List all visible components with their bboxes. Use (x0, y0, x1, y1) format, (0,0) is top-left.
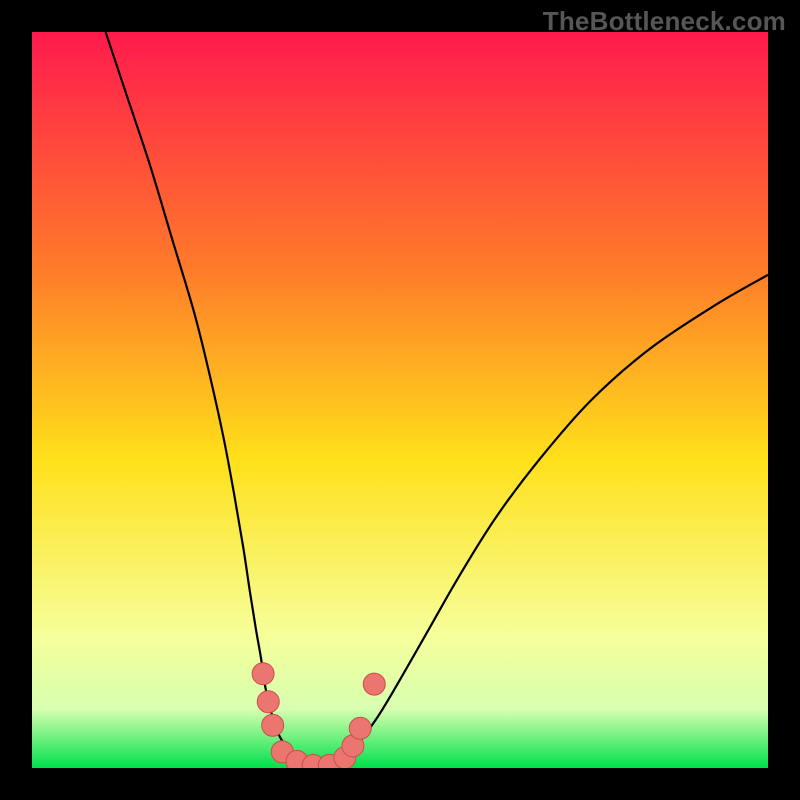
marker-point (252, 663, 274, 685)
marker-point (363, 673, 385, 695)
marker-point (257, 691, 279, 713)
marker-point (262, 714, 284, 736)
watermark-text: TheBottleneck.com (543, 6, 786, 37)
outer-frame: TheBottleneck.com (0, 0, 800, 800)
marker-point (349, 717, 371, 739)
plot-area (32, 32, 768, 768)
chart-svg (32, 32, 768, 768)
